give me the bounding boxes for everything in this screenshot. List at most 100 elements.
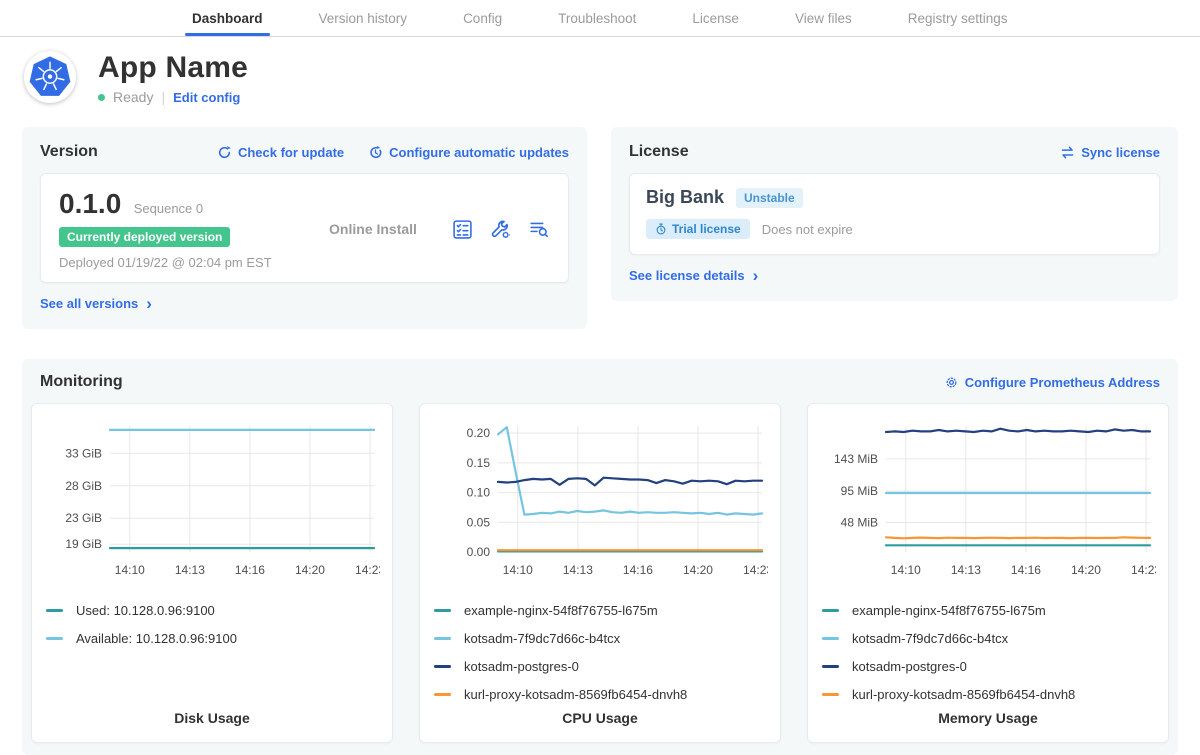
see-license-details-label: See license details bbox=[629, 268, 745, 283]
legend-dash-icon bbox=[434, 637, 451, 640]
sync-icon bbox=[1060, 145, 1075, 160]
edit-config-link[interactable]: Edit config bbox=[173, 90, 240, 105]
version-number: 0.1.0 bbox=[59, 188, 121, 219]
tab-config[interactable]: Config bbox=[463, 0, 502, 36]
legend-label: kotsadm-postgres-0 bbox=[464, 659, 579, 674]
legend-dash-icon bbox=[822, 637, 839, 640]
svg-text:19 GiB: 19 GiB bbox=[65, 537, 102, 551]
app-title: App Name bbox=[98, 51, 248, 85]
tab-license[interactable]: License bbox=[692, 0, 739, 36]
svg-text:33 GiB: 33 GiB bbox=[65, 446, 102, 460]
legend-label: example-nginx-54f8f76755-l675m bbox=[852, 603, 1046, 618]
svg-text:0.00: 0.00 bbox=[467, 545, 491, 559]
chevron-right-icon: › bbox=[753, 271, 759, 281]
svg-text:14:23: 14:23 bbox=[1131, 563, 1156, 577]
tab-dashboard[interactable]: Dashboard bbox=[192, 0, 263, 36]
status-dot-icon bbox=[98, 94, 105, 101]
chart-legend: Used: 10.128.0.96:9100 Available: 10.128.… bbox=[46, 596, 378, 652]
license-expiry: Does not expire bbox=[762, 222, 853, 237]
cards-row: Version Check for update bbox=[22, 127, 1178, 329]
tab-view-files[interactable]: View files bbox=[795, 0, 852, 36]
legend-item: example-nginx-54f8f76755-l675m bbox=[822, 596, 1154, 624]
configure-prometheus-label: Configure Prometheus Address bbox=[965, 375, 1160, 390]
legend-label: kurl-proxy-kotsadm-8569fb6454-dnvh8 bbox=[464, 687, 687, 702]
divider: | bbox=[161, 89, 165, 105]
legend-item: example-nginx-54f8f76755-l675m bbox=[434, 596, 766, 624]
check-for-update-link[interactable]: Check for update bbox=[217, 145, 344, 160]
trial-license-badge: Trial license bbox=[646, 219, 750, 239]
svg-text:14:20: 14:20 bbox=[295, 563, 325, 577]
legend-item: kurl-proxy-kotsadm-8569fb6454-dnvh8 bbox=[822, 680, 1154, 708]
legend-dash-icon bbox=[434, 665, 451, 668]
legend-label: example-nginx-54f8f76755-l675m bbox=[464, 603, 658, 618]
license-card-title: License bbox=[629, 143, 689, 161]
legend-label: kotsadm-7f9dc7d66c-b4tcx bbox=[852, 631, 1008, 646]
legend-dash-icon bbox=[434, 609, 451, 612]
svg-text:143 MiB: 143 MiB bbox=[834, 452, 878, 466]
svg-text:14:23: 14:23 bbox=[743, 563, 768, 577]
legend-label: kotsadm-7f9dc7d66c-b4tcx bbox=[464, 631, 620, 646]
svg-text:14:20: 14:20 bbox=[683, 563, 713, 577]
see-license-details-link[interactable]: See license details › bbox=[629, 268, 758, 283]
svg-text:14:16: 14:16 bbox=[1011, 563, 1041, 577]
config-tools-button[interactable] bbox=[490, 219, 511, 240]
checklist-icon bbox=[452, 219, 473, 240]
svg-text:0.10: 0.10 bbox=[467, 486, 491, 500]
svg-text:14:10: 14:10 bbox=[503, 563, 533, 577]
chart-legend: example-nginx-54f8f76755-l675m kotsadm-7f… bbox=[434, 596, 766, 708]
legend-dash-icon bbox=[434, 693, 451, 696]
svg-text:14:13: 14:13 bbox=[175, 563, 205, 577]
version-sequence: Sequence 0 bbox=[134, 201, 203, 216]
chart-title: CPU Usage bbox=[434, 710, 766, 728]
tab-troubleshoot[interactable]: Troubleshoot bbox=[558, 0, 636, 36]
deployed-badge: Currently deployed version bbox=[59, 227, 230, 247]
app-status-row: Ready | Edit config bbox=[98, 89, 248, 105]
see-all-versions-label: See all versions bbox=[40, 296, 138, 311]
preflight-checks-button[interactable] bbox=[452, 219, 473, 240]
app-header: App Name Ready | Edit config bbox=[22, 37, 1178, 105]
tab-version-history[interactable]: Version history bbox=[319, 0, 408, 36]
monitoring-card: Monitoring Configure Prometheus Address … bbox=[22, 359, 1178, 755]
sync-license-label: Sync license bbox=[1081, 145, 1160, 160]
svg-text:0.20: 0.20 bbox=[467, 426, 491, 440]
legend-dash-icon bbox=[822, 693, 839, 696]
svg-text:14:16: 14:16 bbox=[623, 563, 653, 577]
legend-label: Used: 10.128.0.96:9100 bbox=[76, 603, 215, 618]
legend-item: kurl-proxy-kotsadm-8569fb6454-dnvh8 bbox=[434, 680, 766, 708]
top-nav: Dashboard Version history Config Troublesho… bbox=[0, 0, 1200, 37]
chart-title: Memory Usage bbox=[822, 710, 1154, 728]
svg-text:28 GiB: 28 GiB bbox=[65, 479, 102, 493]
legend-dash-icon bbox=[822, 609, 839, 612]
legend-dash-icon bbox=[46, 609, 63, 612]
svg-text:14:13: 14:13 bbox=[951, 563, 981, 577]
legend-item: kotsadm-7f9dc7d66c-b4tcx bbox=[434, 624, 766, 652]
tab-registry-settings[interactable]: Registry settings bbox=[908, 0, 1008, 36]
view-logs-button[interactable] bbox=[528, 219, 550, 240]
configure-auto-updates-label: Configure automatic updates bbox=[389, 145, 569, 160]
legend-label: Available: 10.128.0.96:9100 bbox=[76, 631, 237, 646]
chart-title: Disk Usage bbox=[46, 710, 378, 728]
configure-auto-updates-link[interactable]: Configure automatic updates bbox=[368, 145, 569, 160]
stopwatch-icon bbox=[655, 223, 667, 235]
svg-text:95 MiB: 95 MiB bbox=[841, 484, 878, 498]
license-panel: Big Bank Unstable Trial license Does not… bbox=[629, 173, 1160, 255]
see-all-versions-link[interactable]: See all versions › bbox=[40, 296, 152, 311]
check-for-update-label: Check for update bbox=[238, 145, 344, 160]
kubernetes-icon bbox=[28, 55, 72, 99]
current-version-panel: 0.1.0 Sequence 0 Currently deployed vers… bbox=[40, 173, 569, 283]
sync-license-link[interactable]: Sync license bbox=[1060, 145, 1160, 160]
legend-item: kotsadm-7f9dc7d66c-b4tcx bbox=[822, 624, 1154, 652]
configure-prometheus-link[interactable]: Configure Prometheus Address bbox=[944, 375, 1160, 390]
legend-dash-icon bbox=[46, 637, 63, 640]
legend-item: kotsadm-postgres-0 bbox=[822, 652, 1154, 680]
legend-dash-icon bbox=[822, 665, 839, 668]
legend-label: kotsadm-postgres-0 bbox=[852, 659, 967, 674]
license-card: License Sync license Big Bank Unstable bbox=[611, 127, 1178, 301]
clock-refresh-icon bbox=[368, 145, 383, 160]
gear-icon bbox=[944, 375, 959, 390]
chart-plot: 19 GiB23 GiB28 GiB33 GiB14:1014:1314:161… bbox=[46, 416, 380, 584]
chart-card-disk-usage: 19 GiB23 GiB28 GiB33 GiB14:1014:1314:161… bbox=[31, 403, 393, 743]
svg-text:14:16: 14:16 bbox=[235, 563, 265, 577]
chart-plot: 0.000.050.100.150.2014:1014:1314:1614:20… bbox=[434, 416, 768, 584]
legend-item: Used: 10.128.0.96:9100 bbox=[46, 596, 378, 624]
